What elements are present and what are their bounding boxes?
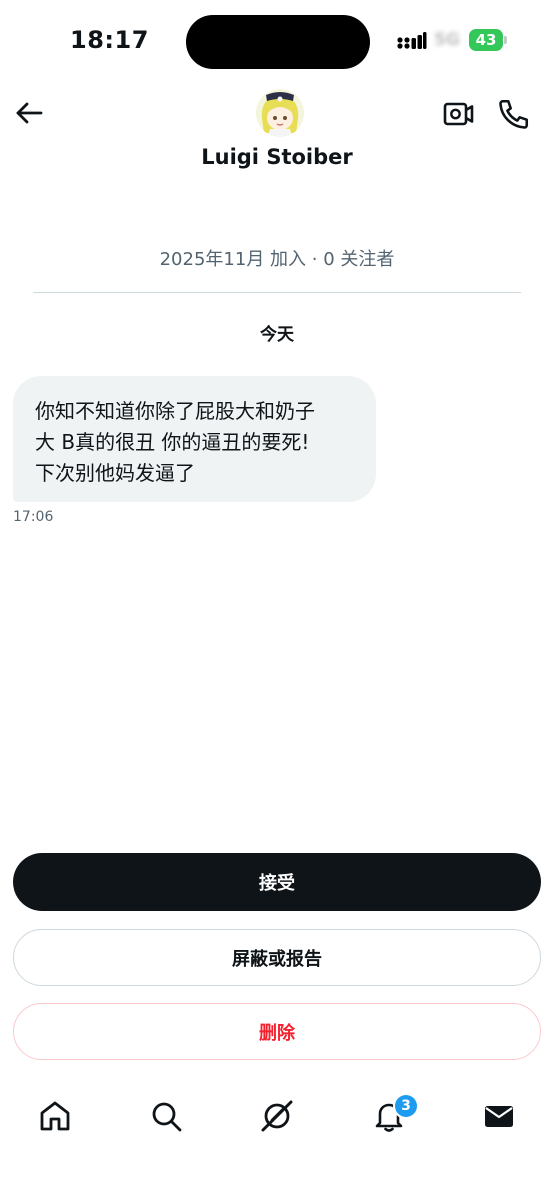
day-label: 今天 xyxy=(260,325,294,345)
notification-badge: 3 xyxy=(395,1095,417,1117)
profile-meta: 2025年11月 加入 · 0 关注者 xyxy=(159,249,395,270)
network-type: 5G xyxy=(434,30,460,50)
accept-button[interactable]: 接受 xyxy=(13,853,541,911)
battery-icon: 43 xyxy=(469,29,503,51)
battery-cap xyxy=(504,36,507,44)
search-icon[interactable] xyxy=(148,1098,184,1134)
contact-name[interactable]: Luigi Stoiber xyxy=(0,145,554,169)
signal-strength-icon xyxy=(397,32,427,49)
avatar[interactable] xyxy=(256,89,304,137)
message-bubble[interactable]: 你知不知道你除了屁股大和奶子 大 B真的很丑 你的逼丑的要死! 下次别他妈发逼了 xyxy=(13,376,376,502)
messages-icon[interactable] xyxy=(481,1098,517,1134)
divider xyxy=(33,292,521,293)
message-timestamp: 17:06 xyxy=(13,509,54,525)
delete-button[interactable]: 删除 xyxy=(13,1003,541,1060)
battery-level: 43 xyxy=(475,31,497,49)
arrow-left-icon[interactable] xyxy=(12,96,46,130)
phone-icon[interactable] xyxy=(496,96,532,132)
dynamic-island xyxy=(186,15,370,69)
video-camera-icon[interactable] xyxy=(440,97,476,131)
grok-icon[interactable] xyxy=(259,1098,295,1134)
status-time: 18:17 xyxy=(70,26,149,54)
block-or-report-button[interactable]: 屏蔽或报告 xyxy=(13,929,541,986)
home-icon[interactable] xyxy=(37,1098,73,1134)
